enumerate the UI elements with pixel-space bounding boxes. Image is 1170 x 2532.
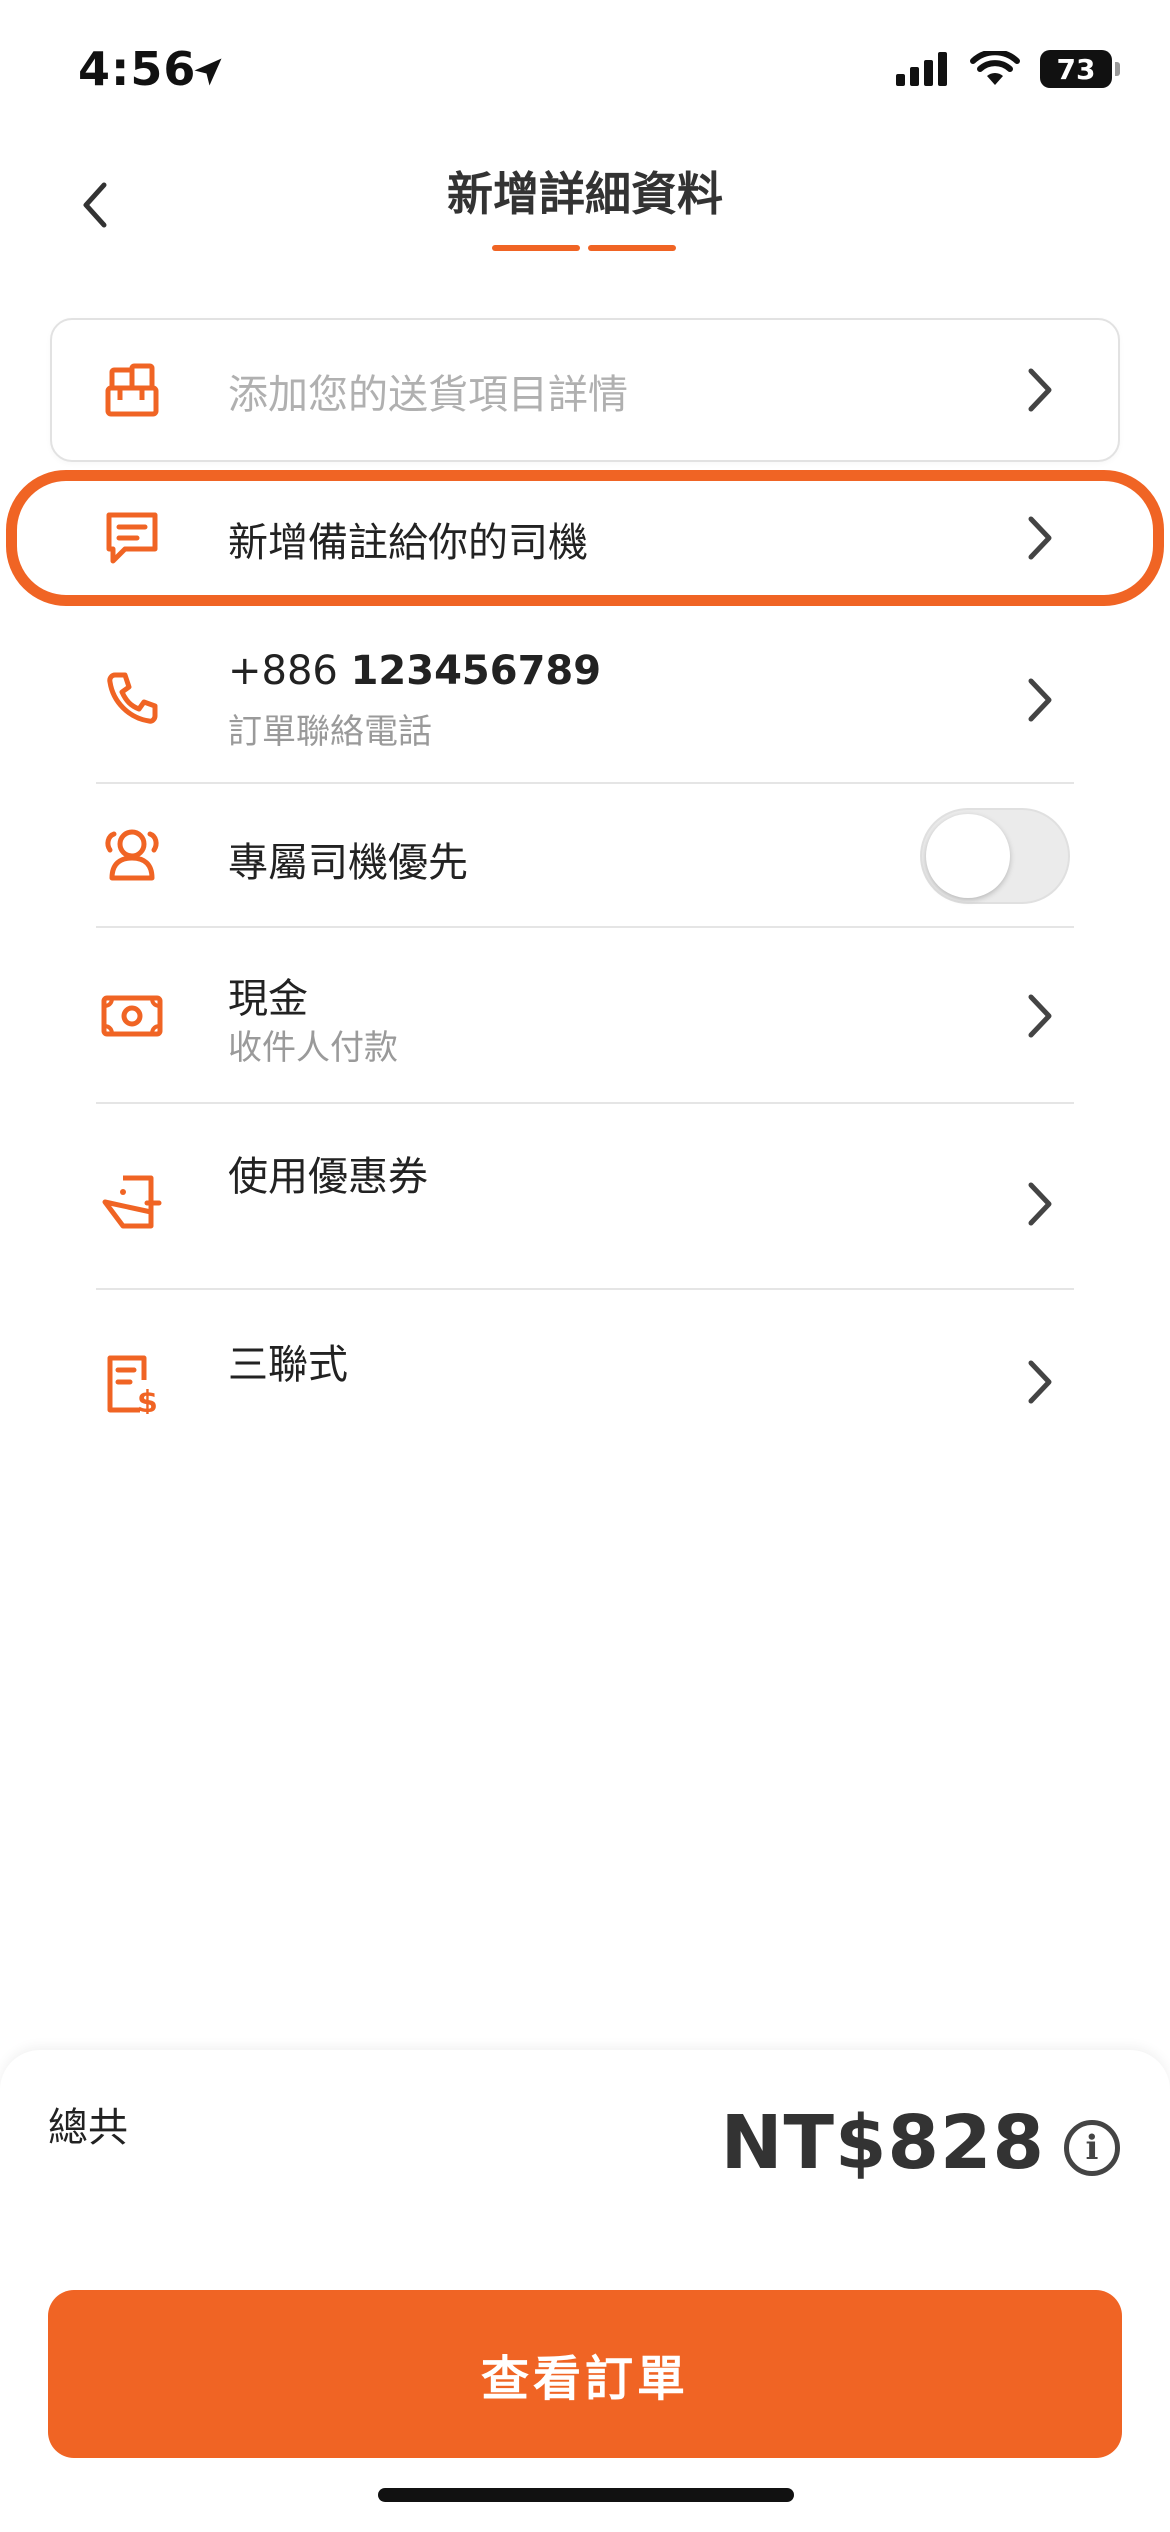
location-arrow-icon <box>194 58 222 86</box>
cash-icon <box>100 984 164 1048</box>
cellular-signal-icon <box>896 52 947 86</box>
chevron-right-icon <box>1020 1352 1060 1412</box>
chevron-right-icon <box>1020 986 1060 1046</box>
progress-step <box>588 245 676 251</box>
total-amount: NT$828 <box>720 2100 1045 2186</box>
invoice-label: 三聯式 <box>228 1342 348 1388</box>
priority-driver-label: 專屬司機優先 <box>228 840 468 886</box>
home-indicator <box>378 2488 794 2502</box>
status-bar: 4:56 73 <box>0 0 1170 150</box>
svg-text:$: $ <box>137 1385 158 1414</box>
delivery-details-placeholder: 添加您的送貨項目詳情 <box>228 372 628 418</box>
payment-label: 現金 <box>228 976 308 1022</box>
total-label: 總共 <box>48 2105 128 2151</box>
invoice-row[interactable]: $ 三聯式 <box>0 1290 1170 1470</box>
info-icon[interactable]: i <box>1064 2120 1120 2176</box>
status-icons: 73 <box>896 50 1120 88</box>
wifi-icon <box>970 51 1020 85</box>
phone-subtitle: 訂單聯絡電話 <box>228 712 432 752</box>
invoice-icon: $ <box>100 1352 164 1416</box>
progress-step <box>492 245 580 251</box>
view-order-button[interactable]: 查看訂單 <box>48 2290 1122 2458</box>
priority-driver-toggle[interactable] <box>920 808 1070 904</box>
message-icon <box>100 506 164 570</box>
users-icon <box>100 822 164 886</box>
phone-icon <box>100 666 164 730</box>
driver-note-label: 新增備註給你的司機 <box>228 520 588 566</box>
chevron-right-icon <box>1020 670 1060 730</box>
driver-note-row[interactable]: 新增備註給你的司機 <box>0 478 1170 598</box>
coupon-tag-icon <box>100 1170 164 1234</box>
phone-row[interactable]: +886 123456789 訂單聯絡電話 <box>0 620 1170 780</box>
payment-row[interactable]: 現金 收件人付款 <box>0 928 1170 1102</box>
header: 新增詳細資料 <box>0 150 1170 260</box>
status-time: 4:56 <box>78 42 197 96</box>
phone-number-value: 123456789 <box>350 648 602 694</box>
battery-indicator: 73 <box>1040 50 1120 88</box>
coupon-row[interactable]: 使用優惠券 <box>0 1104 1170 1288</box>
page-title: 新增詳細資料 <box>447 167 723 221</box>
delivery-details-row[interactable]: 添加您的送貨項目詳情 <box>0 318 1170 462</box>
phone-country-code: +886 <box>228 648 338 694</box>
package-icon <box>100 358 164 422</box>
toggle-knob <box>926 814 1010 898</box>
phone-number: +886 123456789 <box>228 648 601 694</box>
coupon-label: 使用優惠券 <box>228 1154 428 1200</box>
chevron-right-icon <box>1020 508 1060 568</box>
chevron-right-icon <box>1020 360 1060 420</box>
step-progress <box>492 245 676 251</box>
chevron-right-icon <box>1020 1174 1060 1234</box>
payment-subtitle: 收件人付款 <box>228 1028 398 1068</box>
